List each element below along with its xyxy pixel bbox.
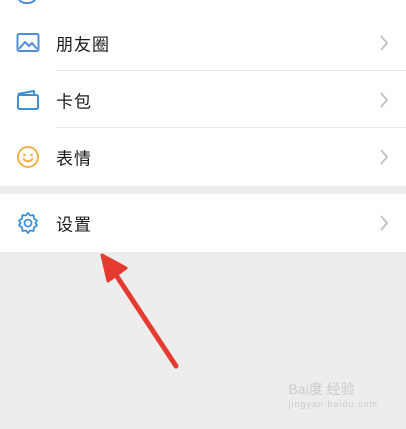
top-partial-row [0, 0, 406, 14]
chevron-right-icon [380, 91, 389, 108]
menu-item-label: 设置 [56, 215, 92, 235]
menu-item-settings[interactable]: 设置 [0, 194, 406, 251]
menu-item-label: 卡包 [56, 92, 92, 112]
card-wallet-icon [16, 88, 40, 112]
menu-item-stickers[interactable]: 表情 [0, 128, 406, 185]
watermark-text: Bai度 经验 [288, 381, 355, 397]
chevron-right-icon [380, 34, 389, 51]
watermark-sub: jingyan.baidu.com [288, 399, 378, 409]
wechat-me-screen: 朋友圈 卡包 表情 设置 Bai度 经验 jingyan.baidu.com [0, 0, 406, 429]
menu-item-cards[interactable]: 卡包 [0, 71, 406, 128]
settings-group: 设置 [0, 194, 406, 252]
smiley-icon [16, 145, 40, 169]
photo-icon [16, 31, 40, 55]
gear-icon [16, 211, 40, 235]
chevron-right-icon [380, 214, 389, 231]
menu-item-moments[interactable]: 朋友圈 [0, 14, 406, 71]
menu-group: 朋友圈 卡包 表情 [0, 14, 406, 186]
partial-icon [16, 0, 38, 4]
menu-item-label: 表情 [56, 149, 92, 169]
baidu-jingyan-watermark: Bai度 经验 jingyan.baidu.com [288, 379, 378, 409]
menu-item-label: 朋友圈 [56, 35, 110, 55]
chevron-right-icon [380, 148, 389, 165]
